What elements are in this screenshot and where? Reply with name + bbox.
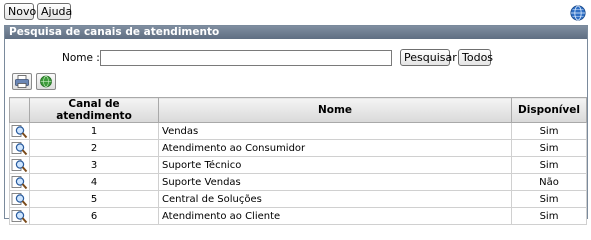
- table-row[interactable]: 5 Central de Soluções Sim: [9, 190, 587, 208]
- ajuda-button[interactable]: Ajuda: [37, 3, 72, 20]
- table-row[interactable]: 2 Atendimento ao Consumidor Sim: [9, 139, 587, 157]
- magnifier-icon: [11, 158, 28, 172]
- nome-cell: Atendimento ao Consumidor: [158, 139, 512, 157]
- novo-button[interactable]: Novo: [4, 3, 36, 20]
- canal-id-cell: 6: [29, 207, 159, 225]
- disponivel-cell: Sim: [511, 122, 587, 140]
- nome-cell: Atendimento ao Cliente: [158, 207, 512, 225]
- canal-id-cell: 4: [29, 173, 159, 191]
- pesquisar-button[interactable]: Pesquisar: [400, 49, 457, 66]
- view-row-button[interactable]: [9, 207, 30, 225]
- disponivel-cell: Sim: [511, 139, 587, 157]
- canal-id-cell: 1: [29, 122, 159, 140]
- table-row[interactable]: 4 Suporte Vendas Não: [9, 173, 587, 191]
- nome-cell: Suporte Técnico: [158, 156, 512, 174]
- view-row-button[interactable]: [9, 139, 30, 157]
- table-row[interactable]: 6 Atendimento ao Cliente Sim: [9, 207, 587, 225]
- canal-id-cell: 5: [29, 190, 159, 208]
- nome-input[interactable]: [100, 50, 392, 66]
- view-row-button[interactable]: [9, 173, 30, 191]
- table-header-row: Canal de atendimento Nome Disponível: [9, 97, 587, 123]
- disponivel-cell: Sim: [511, 156, 587, 174]
- nome-cell: Vendas: [158, 122, 512, 140]
- export-icon: [40, 75, 52, 88]
- globe-help-icon[interactable]: [570, 5, 586, 21]
- disponivel-cell: Sim: [511, 190, 587, 208]
- view-row-button[interactable]: [9, 156, 30, 174]
- nome-cell: Central de Soluções: [158, 190, 512, 208]
- magnifier-icon: [11, 175, 28, 189]
- todos-button[interactable]: Todos: [458, 49, 493, 66]
- canais-table: Canal de atendimento Nome Disponível 1 Ve…: [9, 97, 587, 225]
- column-header-canal[interactable]: Canal de atendimento: [29, 97, 159, 123]
- search-panel: Pesquisa de canais de atendimento Nome :…: [4, 25, 588, 225]
- disponivel-cell: Sim: [511, 207, 587, 225]
- view-row-button[interactable]: [9, 190, 30, 208]
- print-button[interactable]: [12, 73, 32, 90]
- nome-label: Nome :: [62, 52, 100, 64]
- magnifier-icon: [11, 141, 28, 155]
- print-icon: [15, 75, 29, 88]
- column-header-nome[interactable]: Nome: [158, 97, 512, 123]
- table-row[interactable]: 3 Suporte Técnico Sim: [9, 156, 587, 174]
- column-header-disponivel[interactable]: Disponível: [511, 97, 587, 123]
- view-row-button[interactable]: [9, 122, 30, 140]
- panel-title: Pesquisa de canais de atendimento: [5, 26, 587, 39]
- export-button[interactable]: [36, 73, 56, 90]
- column-header-action: [9, 97, 30, 123]
- disponivel-cell: Não: [511, 173, 587, 191]
- nome-cell: Suporte Vendas: [158, 173, 512, 191]
- table-row[interactable]: 1 Vendas Sim: [9, 122, 587, 140]
- magnifier-icon: [11, 209, 28, 223]
- magnifier-icon: [11, 192, 28, 206]
- canal-id-cell: 2: [29, 139, 159, 157]
- canal-id-cell: 3: [29, 156, 159, 174]
- magnifier-icon: [11, 124, 28, 138]
